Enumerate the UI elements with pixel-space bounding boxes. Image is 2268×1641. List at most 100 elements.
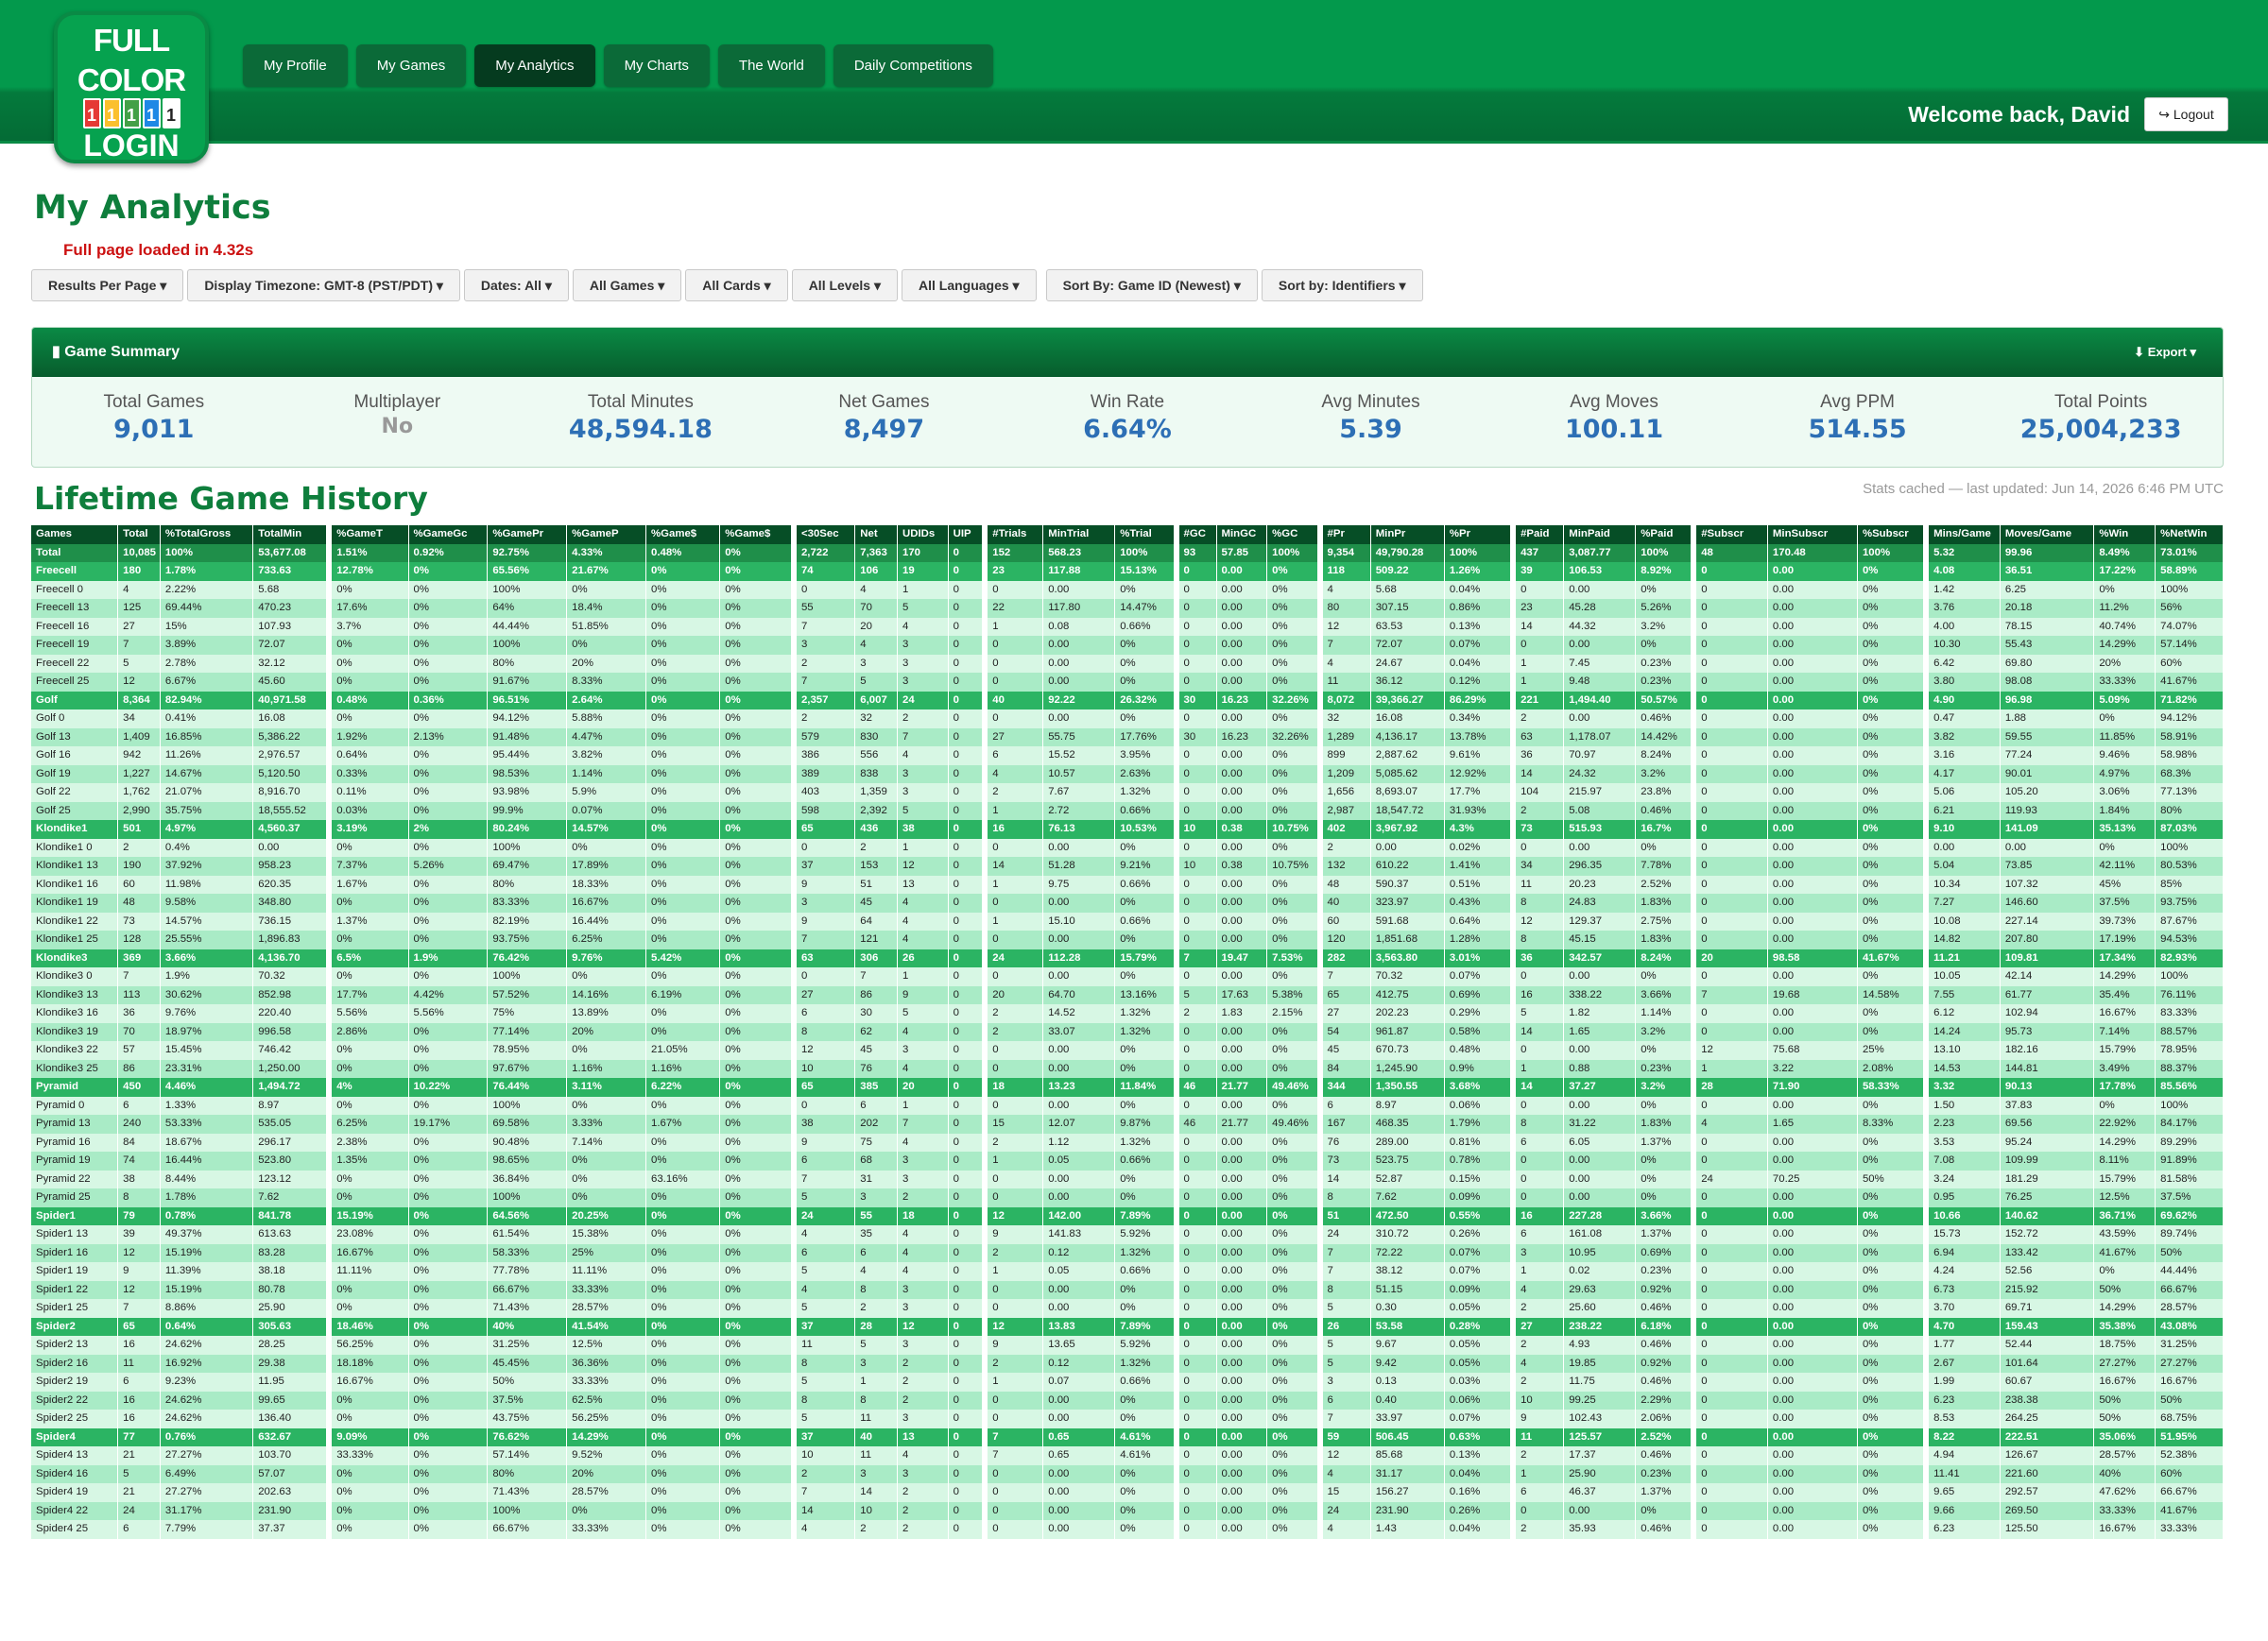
table-row: Spider1 16 12 15.19% 83.28 16.67% 0% 58.33% 25%…: [31, 1243, 2224, 1262]
nav-daily-competitions[interactable]: Daily Competitions: [833, 44, 993, 87]
group-row: Spider4 77 0.76% 632.67 9.09% 0% 76.62% 14.29% 0…: [31, 1427, 2224, 1446]
table-cell: 9.87%: [1114, 1115, 1179, 1134]
column-header[interactable]: %Win: [2093, 525, 2156, 544]
nav-my-analytics[interactable]: My Analytics: [474, 44, 595, 87]
table-cell: 2: [1513, 1299, 1565, 1318]
table-cell: 0: [1513, 1188, 1565, 1207]
nav-the-world[interactable]: The World: [717, 44, 825, 87]
column-header[interactable]: %GameGc: [408, 525, 489, 544]
column-header[interactable]: TotalMin: [252, 525, 333, 544]
nav-my-profile[interactable]: My Profile: [243, 44, 348, 87]
table-cell: 16: [1513, 1206, 1565, 1225]
column-header[interactable]: Total: [117, 525, 161, 544]
table-cell: 0%: [1266, 1391, 1323, 1410]
table-cell: 0%: [719, 838, 797, 857]
column-header[interactable]: MinPr: [1370, 525, 1445, 544]
sort-by-game-dropdown[interactable]: Sort By: Game ID (Newest): [1045, 269, 1258, 301]
levels-dropdown[interactable]: All Levels: [791, 269, 898, 301]
sort-by-identifiers-dropdown[interactable]: Sort by: Identifiers: [1261, 269, 1423, 301]
history-table-container[interactable]: Games Total %TotalGross TotalMin %GameT %Game…: [31, 525, 2224, 1598]
table-cell: 0.00: [1767, 1096, 1858, 1115]
table-cell: 0: [985, 1410, 1044, 1428]
column-header[interactable]: %GamePr: [487, 525, 568, 544]
column-header[interactable]: Games: [31, 525, 119, 544]
table-cell: 0: [948, 1262, 988, 1281]
games-dropdown[interactable]: All Games: [572, 269, 682, 301]
column-header[interactable]: Moves/Game: [2000, 525, 2095, 544]
table-cell: 0: [948, 1152, 988, 1171]
column-header[interactable]: %GC: [1266, 525, 1323, 544]
table-cell: 63.16%: [645, 1170, 721, 1188]
table-cell: 0: [948, 838, 988, 857]
site-logo[interactable]: FULL COLOR 1 1 1 1 1 LOGIN: [54, 11, 209, 163]
column-header[interactable]: <30Sec: [793, 525, 856, 544]
table-cell: 0%: [1857, 1391, 1930, 1410]
table-cell: 0.00: [1216, 801, 1268, 820]
column-header[interactable]: %Game$: [645, 525, 721, 544]
table-cell: 10.08: [1926, 912, 2001, 931]
table-cell: 8,364: [117, 691, 161, 709]
column-header[interactable]: MinGC: [1216, 525, 1268, 544]
timezone-dropdown[interactable]: Display Timezone: GMT-8 (PST/PDT): [187, 269, 460, 301]
table-cell: 2: [897, 1391, 949, 1410]
table-cell: 0%: [1266, 1464, 1323, 1483]
table-cell: 7.37%: [329, 857, 409, 876]
column-header[interactable]: %TotalGross: [160, 525, 254, 544]
column-header[interactable]: %GameT: [329, 525, 409, 544]
nav-my-games[interactable]: My Games: [355, 44, 467, 87]
column-header[interactable]: MinSubscr: [1767, 525, 1858, 544]
table-cell: 4.97%: [160, 820, 254, 839]
table-cell: 0: [1176, 1354, 1217, 1373]
column-header[interactable]: #Paid: [1513, 525, 1565, 544]
table-cell: 0: [1513, 580, 1565, 599]
column-header[interactable]: #Subscr: [1693, 525, 1768, 544]
table-cell: 126.67: [2000, 1446, 2095, 1465]
column-header[interactable]: MinPaid: [1563, 525, 1637, 544]
table-cell: 6: [117, 1096, 161, 1115]
dates-dropdown[interactable]: Dates: All: [463, 269, 569, 301]
table-cell: 33.33%: [2093, 1501, 2156, 1520]
export-button[interactable]: ⬇ Export ▾: [2134, 328, 2196, 377]
table-cell: 0: [948, 931, 988, 949]
table-cell: 958.23: [252, 857, 333, 876]
table-cell: 28: [854, 1317, 898, 1336]
table-cell: 38: [897, 820, 949, 839]
languages-dropdown[interactable]: All Languages: [901, 269, 1037, 301]
column-header[interactable]: MinTrial: [1042, 525, 1116, 544]
table-cell: 8.53: [1926, 1410, 2001, 1428]
table-cell: 0.00: [1216, 1464, 1268, 1483]
column-header[interactable]: %Paid: [1635, 525, 1697, 544]
column-header[interactable]: %GameP: [566, 525, 646, 544]
column-header[interactable]: %NetWin: [2155, 525, 2224, 544]
table-cell: 0: [1693, 1501, 1768, 1520]
table-cell: 0%: [1266, 1096, 1323, 1115]
column-header[interactable]: #GC: [1176, 525, 1217, 544]
column-header[interactable]: Net: [854, 525, 898, 544]
table-cell: 105.20: [2000, 783, 2095, 802]
table-cell: 0.00: [1216, 709, 1268, 728]
nav-my-charts[interactable]: My Charts: [603, 44, 710, 87]
cards-dropdown[interactable]: All Cards: [685, 269, 788, 301]
table-cell: 0.66%: [1114, 617, 1179, 636]
column-header[interactable]: %Pr: [1444, 525, 1517, 544]
table-cell: 5: [897, 1004, 949, 1023]
results-per-page-dropdown[interactable]: Results Per Page: [31, 269, 184, 301]
column-header[interactable]: %Trial: [1114, 525, 1179, 544]
table-cell: 0.00: [1767, 691, 1858, 709]
column-header[interactable]: %Game$: [719, 525, 797, 544]
column-header[interactable]: #Trials: [985, 525, 1044, 544]
table-cell: 0.00: [1767, 599, 1858, 618]
column-header[interactable]: #Pr: [1319, 525, 1371, 544]
table-cell: 0%: [1857, 1520, 1930, 1539]
column-header[interactable]: %Subscr: [1857, 525, 1930, 544]
column-header[interactable]: UDIDs: [897, 525, 949, 544]
logout-button[interactable]: ↪ Logout: [2144, 97, 2228, 131]
table-cell: 202: [854, 1115, 898, 1134]
table-cell: 4: [897, 746, 949, 765]
table-cell: 632.67: [252, 1427, 333, 1446]
column-header[interactable]: UIP: [948, 525, 988, 544]
stat-value: No: [381, 415, 414, 438]
table-cell: 10.57: [1042, 764, 1116, 783]
table-cell: 0: [1693, 599, 1768, 618]
column-header[interactable]: Mins/Game: [1926, 525, 2001, 544]
